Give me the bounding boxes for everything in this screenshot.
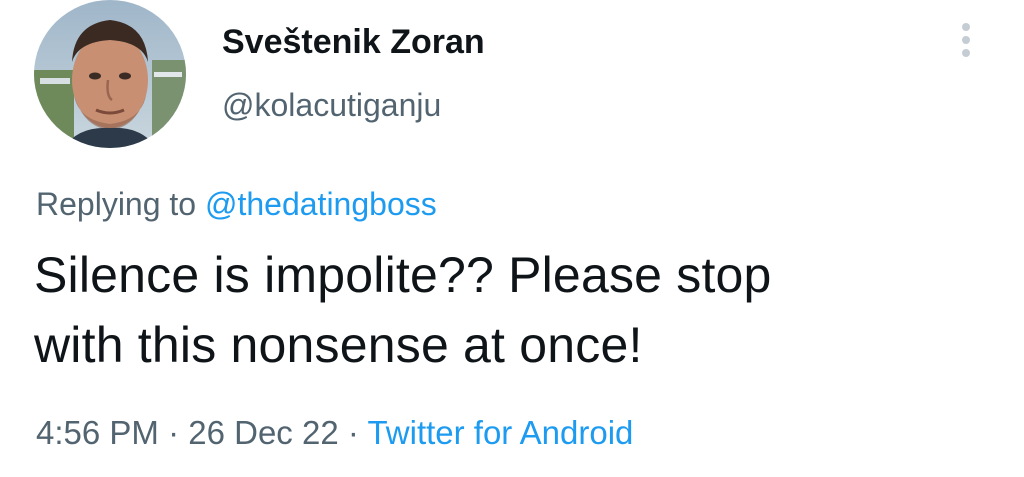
- more-vertical-icon-dot: [962, 49, 970, 57]
- reply-context: Replying to @thedatingboss: [36, 182, 437, 226]
- tweet-source-link[interactable]: Twitter for Android: [367, 414, 633, 451]
- author-handle[interactable]: @kolacutiganju: [222, 84, 441, 126]
- more-vertical-icon: [962, 23, 970, 31]
- avatar[interactable]: [34, 0, 186, 148]
- author-display-name[interactable]: Sveštenik Zoran: [222, 20, 485, 64]
- tweet-meta: 4:56 PM · 26 Dec 22 · Twitter for Androi…: [36, 410, 633, 456]
- reply-prefix: Replying to: [36, 186, 197, 222]
- tweet-text-line: with this nonsense at once!: [34, 317, 643, 373]
- tweet-text-line: Silence is impolite?? Please stop: [34, 247, 772, 303]
- more-vertical-icon-dot: [962, 36, 970, 44]
- tweet-time[interactable]: 4:56 PM: [36, 414, 159, 451]
- more-options-button[interactable]: [948, 16, 984, 64]
- meta-separator: ·: [168, 414, 180, 451]
- tweet-date[interactable]: 26 Dec 22: [188, 414, 338, 451]
- tweet-card: Sveštenik Zoran @kolacutiganju Replying …: [0, 0, 1024, 477]
- meta-separator: ·: [347, 414, 359, 451]
- reply-to-mention-link[interactable]: @thedatingboss: [205, 186, 437, 222]
- avatar-photo: [34, 0, 186, 148]
- tweet-text: Silence is impolite?? Please stop with t…: [34, 240, 994, 380]
